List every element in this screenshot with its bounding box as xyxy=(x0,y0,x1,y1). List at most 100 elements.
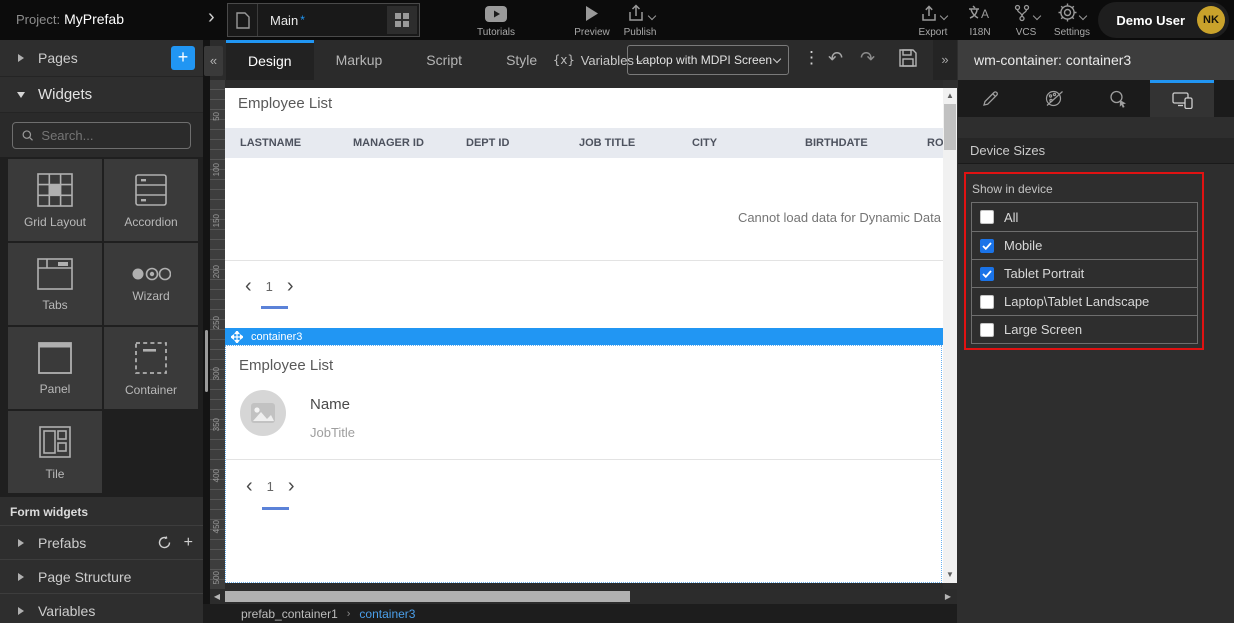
widget-panel[interactable]: Panel xyxy=(8,327,102,409)
sidebar-scrollbar[interactable] xyxy=(205,330,208,392)
device-row-tablet-portrait[interactable]: Tablet Portrait xyxy=(972,259,1197,287)
scroll-up-icon[interactable]: ▲ xyxy=(943,89,957,103)
tab-styles[interactable] xyxy=(1022,80,1086,117)
device-row-large-screen[interactable]: Large Screen xyxy=(972,315,1197,343)
widget-accordion[interactable]: Accordion xyxy=(104,159,198,241)
design-canvas[interactable]: Employee List LASTNAMEMANAGER IDDEPT IDJ… xyxy=(225,88,943,583)
widget-label: Container xyxy=(125,383,177,397)
tab-device-sizes[interactable] xyxy=(1150,80,1214,117)
search-input[interactable] xyxy=(41,128,181,143)
widget-container[interactable]: Container xyxy=(104,327,198,409)
device-row-all[interactable]: All xyxy=(972,203,1197,231)
column-header[interactable]: CITY xyxy=(692,137,805,149)
selected-container[interactable]: Employee List Name JobTitle ‹ 1 › xyxy=(225,345,942,583)
tab-markup[interactable]: Markup xyxy=(314,40,405,80)
user-name: Demo User xyxy=(1116,13,1185,28)
next-page-icon[interactable]: › xyxy=(288,476,295,496)
canvas-horizontal-scrollbar[interactable]: ◀ ▶ xyxy=(210,589,957,604)
grid-layout-icon xyxy=(36,172,74,208)
checkbox-unchecked[interactable] xyxy=(980,210,994,224)
next-page-icon[interactable]: › xyxy=(287,276,294,296)
column-header[interactable]: BIRTHDATE xyxy=(805,137,927,149)
selection-tag-bar[interactable]: container3 xyxy=(225,328,943,345)
scroll-down-icon[interactable]: ▼ xyxy=(943,568,957,582)
sidebar-section-variables[interactable]: Variables xyxy=(0,593,203,623)
column-header[interactable]: DEPT ID xyxy=(466,137,579,149)
studio-app: Project:MyPrefab › Main* Tutorials Previ… xyxy=(0,0,1234,623)
column-header[interactable]: LASTNAME xyxy=(240,137,353,149)
device-row-laptop-tablet-landscape[interactable]: Laptop\Tablet Landscape xyxy=(972,287,1197,315)
sidebar-section-widgets[interactable]: Widgets xyxy=(0,77,203,113)
device-label: Laptop\Tablet Landscape xyxy=(1004,294,1149,309)
widget-wizard[interactable]: Wizard xyxy=(104,243,198,325)
chevron-right-icon[interactable]: › xyxy=(208,6,215,29)
tab-script[interactable]: Script xyxy=(404,40,484,80)
tab-design[interactable]: Design xyxy=(226,40,314,80)
widget-tabs[interactable]: Tabs xyxy=(8,243,102,325)
sidebar-section-pages[interactable]: Pages + xyxy=(0,40,203,77)
publish-button[interactable]: Publish xyxy=(612,4,668,38)
column-header[interactable]: MANAGER ID xyxy=(353,137,466,149)
widget-label: Accordion xyxy=(124,215,177,229)
table-pagination: ‹ 1 › xyxy=(245,276,294,296)
page-number: 1 xyxy=(266,279,273,294)
save-icon[interactable] xyxy=(898,48,918,68)
settings-button[interactable]: Settings xyxy=(1044,4,1100,38)
publish-icon xyxy=(626,4,655,22)
checkbox-checked[interactable] xyxy=(980,239,994,253)
horizontal-scroll-thumb[interactable] xyxy=(225,591,630,602)
page-tab-main[interactable]: Main* xyxy=(227,3,420,37)
list-item-title: Name xyxy=(310,396,350,413)
table-header-row[interactable]: LASTNAMEMANAGER IDDEPT IDJOB TITLECITYBI… xyxy=(225,128,943,158)
device-label: All xyxy=(1004,210,1018,225)
canvas-vertical-scrollbar[interactable]: ▲ ▼ xyxy=(943,88,957,583)
expand-panel-button[interactable]: » xyxy=(933,40,957,80)
device-row-mobile[interactable]: Mobile xyxy=(972,231,1197,259)
project-selector[interactable]: Project:MyPrefab xyxy=(16,11,124,27)
breadcrumb-current[interactable]: container3 xyxy=(359,607,415,621)
tab-style[interactable]: Style xyxy=(484,40,559,80)
tab-events[interactable] xyxy=(1086,80,1150,117)
breadcrumb-separator-icon: › xyxy=(347,608,351,620)
sidebar-section-prefabs[interactable]: Prefabs + xyxy=(0,525,203,559)
checkbox-checked[interactable] xyxy=(980,267,994,281)
widget-tile[interactable]: Tile xyxy=(8,411,102,493)
search-icon xyxy=(22,129,33,142)
redo-icon[interactable]: ↷ xyxy=(860,48,875,69)
editor-tabs: DesignMarkupScriptStyle xyxy=(226,40,559,80)
container-icon xyxy=(133,340,169,376)
tab-properties[interactable] xyxy=(958,80,1022,117)
more-options-icon[interactable]: ⋮ xyxy=(803,48,820,68)
sidebar-section-page-structure[interactable]: Page Structure xyxy=(0,559,203,593)
checkbox-unchecked[interactable] xyxy=(980,295,994,309)
pages-label: Pages xyxy=(38,50,78,66)
add-page-button[interactable]: + xyxy=(171,46,195,70)
breadcrumb-parent[interactable]: prefab_container1 xyxy=(241,607,338,621)
widget-grid-layout[interactable]: Grid Layout xyxy=(8,159,102,241)
tutorials-button[interactable]: Tutorials xyxy=(468,4,524,38)
user-menu[interactable]: Demo User NK xyxy=(1098,2,1229,38)
scroll-left-icon[interactable]: ◀ xyxy=(210,589,224,604)
vertical-scroll-thumb[interactable] xyxy=(944,104,956,150)
checkbox-unchecked[interactable] xyxy=(980,323,994,337)
grid-view-icon[interactable] xyxy=(387,6,417,34)
export-icon xyxy=(920,4,947,22)
prev-page-icon[interactable]: ‹ xyxy=(245,276,252,296)
chevron-down-icon xyxy=(647,12,655,20)
prev-page-icon[interactable]: ‹ xyxy=(246,476,253,496)
column-header[interactable]: ROLE xyxy=(927,137,943,149)
refresh-icon[interactable] xyxy=(157,535,172,550)
add-prefab-icon[interactable]: + xyxy=(184,535,193,551)
scroll-right-icon[interactable]: ▶ xyxy=(941,589,955,604)
ruler-mark: 450 xyxy=(212,520,221,533)
tutorials-label: Tutorials xyxy=(477,27,515,38)
search-box[interactable] xyxy=(12,122,191,149)
wizard-icon xyxy=(131,266,171,282)
tile-icon xyxy=(37,424,73,460)
column-header[interactable]: JOB TITLE xyxy=(579,137,692,149)
device-preview-select[interactable]: Laptop with MDPI Screen xyxy=(627,45,789,75)
collapse-sidebar-button[interactable]: « xyxy=(204,46,223,76)
editor-toolbar: DesignMarkupScriptStyle {x} Variables La… xyxy=(210,40,957,80)
undo-icon[interactable]: ↶ xyxy=(828,48,843,69)
widget-label: Tabs xyxy=(42,298,67,312)
